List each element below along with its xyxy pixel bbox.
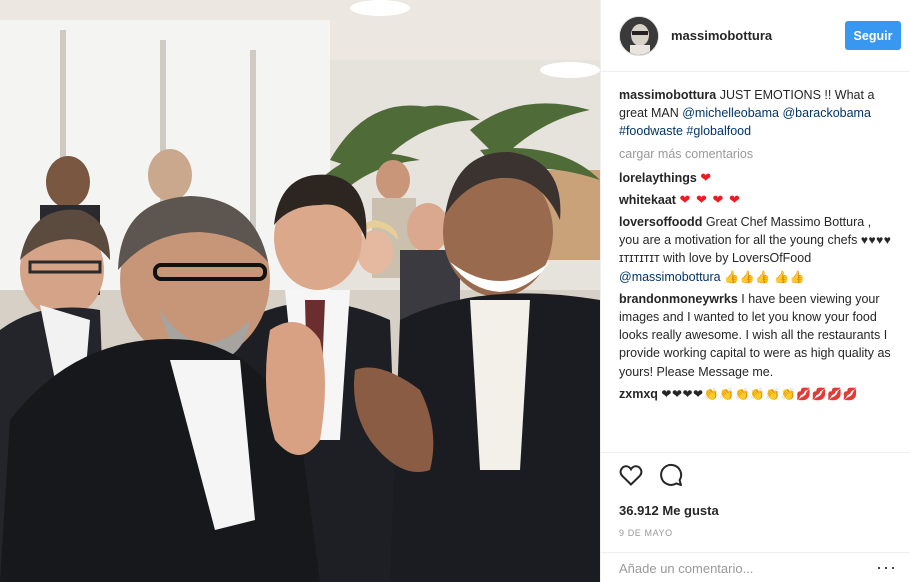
post-actions: 36.912 Me gusta 9 DE MAYO (601, 452, 910, 564)
caption-username[interactable]: massimobottura (619, 88, 716, 102)
comment-username[interactable]: zxmxq (619, 387, 658, 401)
photo-illustration (0, 0, 600, 582)
mention-link[interactable]: @barackobama (782, 106, 870, 120)
add-comment-bar: ··· (601, 552, 910, 582)
avatar[interactable] (619, 15, 659, 56)
mention-link[interactable]: @michelleobama (682, 106, 779, 120)
hashtag-link[interactable]: #foodwaste (619, 124, 683, 138)
header-username[interactable]: massimobottura (671, 28, 772, 43)
post-date[interactable]: 9 DE MAYO (619, 528, 893, 538)
mention-link[interactable]: @massimobottura (619, 270, 721, 284)
comment-item: lorelaythings ❤ (619, 169, 893, 187)
comment-item: brandonmoneywrks I have been viewing you… (619, 290, 893, 381)
black-hearts-emoji: ♥♥♥♥ (860, 233, 892, 248)
load-more-comments[interactable]: cargar más comentarios (619, 147, 893, 161)
more-options-icon[interactable]: ··· (876, 557, 897, 578)
comment-username[interactable]: loversoffoodd (619, 215, 702, 229)
mixed-emoji: ❤❤❤❤👏👏👏👏👏👏💋💋💋💋 (661, 386, 859, 401)
avatar-image (620, 16, 658, 55)
heart-icon[interactable] (619, 464, 643, 489)
post-photo[interactable] (0, 0, 600, 582)
heart-emoji: ❤ ❤ ❤ ❤ (679, 191, 741, 207)
follow-button[interactable]: Seguir (845, 21, 901, 50)
comment-bubble-icon[interactable] (659, 463, 683, 490)
post-header: massimobottura Seguir (601, 0, 910, 72)
thumbs-up-emoji: 👍👍👍 👍👍 (724, 269, 806, 284)
comment-username[interactable]: brandonmoneywrks (619, 292, 738, 306)
comment-item: whitekaat ❤ ❤ ❤ ❤ (619, 191, 893, 209)
comment-item: loversoffoodd Great Chef Massimo Bottura… (619, 213, 893, 286)
caption: massimobottura JUST EMOTIONS !! What a g… (619, 86, 893, 141)
comment-username[interactable]: whitekaat (619, 193, 676, 207)
comment-username[interactable]: lorelaythings (619, 171, 697, 185)
heart-emoji: ❤ (700, 169, 713, 185)
comment-text: ɪᴛɪᴛɪᴛɪᴛ with love by LoversOfFood (619, 251, 812, 266)
post-side-panel: massimobottura Seguir massimobottura JUS… (600, 0, 910, 582)
comments-list[interactable]: massimobottura JUST EMOTIONS !! What a g… (601, 72, 910, 452)
hashtag-link[interactable]: #globalfood (686, 124, 751, 138)
action-icons (619, 463, 893, 489)
instagram-post: massimobottura Seguir massimobottura JUS… (0, 0, 910, 582)
comment-input[interactable] (619, 561, 869, 576)
likes-count[interactable]: 36.912 Me gusta (619, 503, 893, 518)
comment-item: zxmxq ❤❤❤❤👏👏👏👏👏👏💋💋💋💋 (619, 385, 893, 403)
